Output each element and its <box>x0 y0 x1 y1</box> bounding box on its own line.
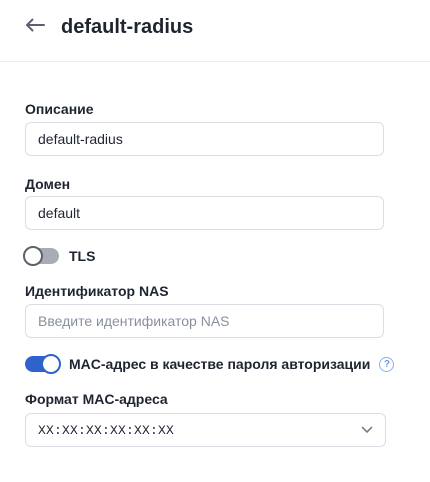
tls-toggle-row: TLS <box>23 246 96 266</box>
mac-format-label: Формат MAC-адреса <box>25 391 168 407</box>
toggle-knob <box>23 246 43 266</box>
domain-label: Домен <box>25 176 71 192</box>
chevron-down-icon <box>361 424 373 436</box>
mac-password-label: MAC-адрес в качестве пароля авторизации <box>69 356 371 372</box>
mac-format-select[interactable]: XX:XX:XX:XX:XX:XX <box>25 413 386 447</box>
mac-password-toggle-row: MAC-адрес в качестве пароля авторизации … <box>25 354 395 374</box>
domain-input[interactable] <box>25 196 384 230</box>
header-divider <box>0 61 430 62</box>
description-label: Описание <box>25 101 94 117</box>
back-button[interactable] <box>22 14 48 40</box>
mac-format-selected-value: XX:XX:XX:XX:XX:XX <box>38 422 175 438</box>
nas-id-input[interactable] <box>25 304 384 338</box>
description-input[interactable] <box>25 122 384 156</box>
help-icon[interactable]: ? <box>379 356 395 372</box>
tls-toggle[interactable] <box>23 246 59 266</box>
nas-id-label: Идентификатор NAS <box>25 283 169 299</box>
toggle-knob <box>41 354 61 374</box>
radius-edit-page: default-radius Описание Домен TLS Иденти… <box>0 0 430 482</box>
mac-password-toggle[interactable] <box>25 354 61 374</box>
page-title: default-radius <box>61 16 194 38</box>
arrow-left-icon <box>25 18 45 37</box>
tls-label: TLS <box>69 248 96 264</box>
page-header: default-radius <box>0 0 430 58</box>
